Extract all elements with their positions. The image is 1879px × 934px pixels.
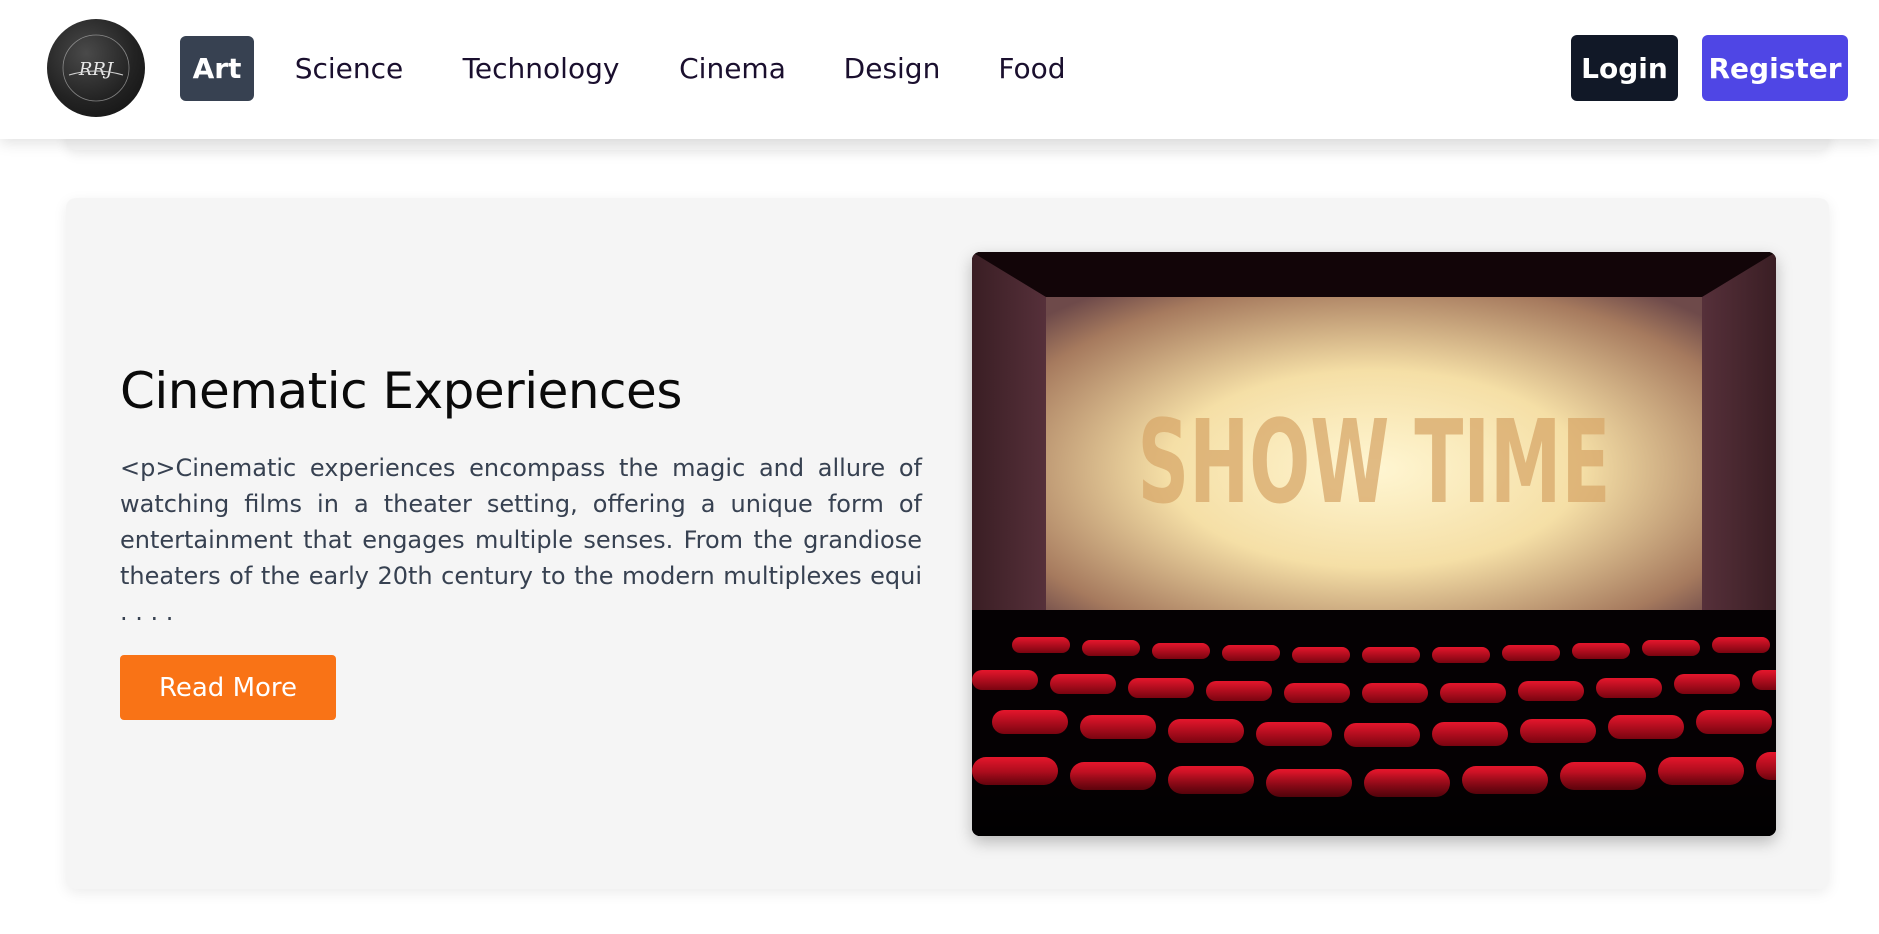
read-more-button[interactable]: Read More	[120, 655, 336, 720]
nav-link-art[interactable]: Art	[180, 36, 254, 101]
nav-link-design[interactable]: Design	[843, 36, 941, 101]
screen-text: SHOW TIME	[1138, 395, 1611, 529]
article-image[interactable]: SHOW TIME	[972, 252, 1776, 836]
top-navbar: RRJ Art Science Technology Cinema Design…	[0, 0, 1879, 139]
logo-text: RRJ	[78, 59, 115, 80]
nav-link-food[interactable]: Food	[995, 36, 1069, 101]
article-excerpt: <p>Cinematic experiences encompass the m…	[120, 454, 922, 626]
nav-link-cinema[interactable]: Cinema	[675, 36, 790, 101]
cinema-theater-image: SHOW TIME	[972, 252, 1776, 836]
article-title: Cinematic Experiences	[120, 362, 682, 420]
nav-link-technology[interactable]: Technology	[458, 36, 624, 101]
site-logo[interactable]: RRJ	[47, 19, 145, 117]
nav-link-science[interactable]: Science	[290, 36, 408, 101]
article-card: Cinematic Experiences <p>Cinematic exper…	[66, 198, 1829, 889]
login-button[interactable]: Login	[1571, 35, 1678, 101]
logo-emblem-icon: RRJ	[62, 34, 130, 102]
register-button[interactable]: Register	[1702, 35, 1848, 101]
